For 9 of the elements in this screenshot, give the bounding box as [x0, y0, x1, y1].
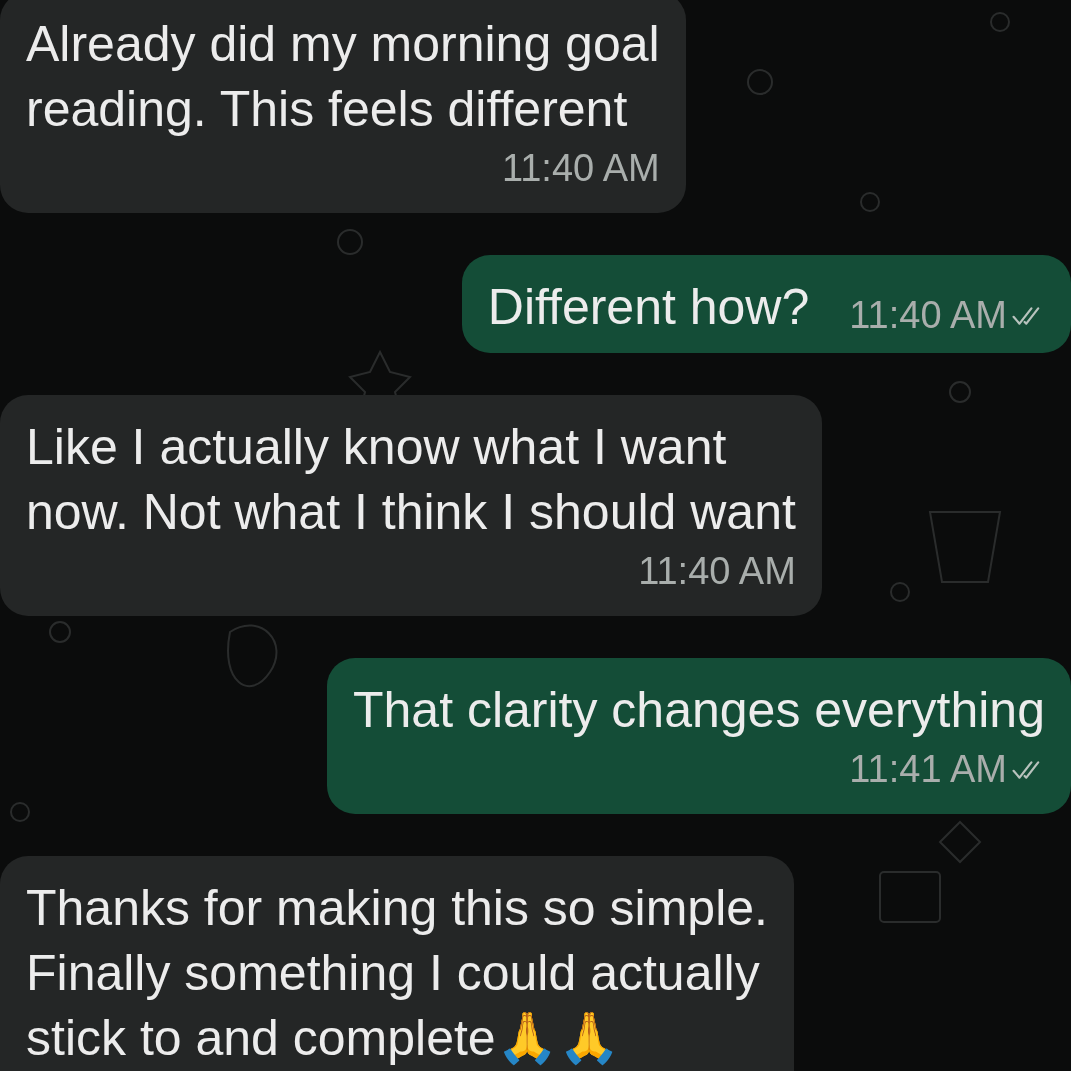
message-text: Already did my morning goal reading. This feels different [26, 15, 660, 139]
message-text: That clarity changes everything [352, 681, 1045, 740]
message-text: Thanks for making this so simple. Finally something I could actually stick to and complete🙏🙏 [26, 879, 768, 1068]
message-text: Like I actually know what I want now. Not what I think I should want [26, 418, 796, 542]
message-time: 11:41 AM [849, 747, 1007, 792]
message-text: Different how? [487, 278, 810, 337]
message-time: 11:40 AM [501, 146, 660, 191]
message-time: 11:40 AM [849, 293, 1007, 338]
message-time: 11:40 AM [638, 549, 796, 594]
